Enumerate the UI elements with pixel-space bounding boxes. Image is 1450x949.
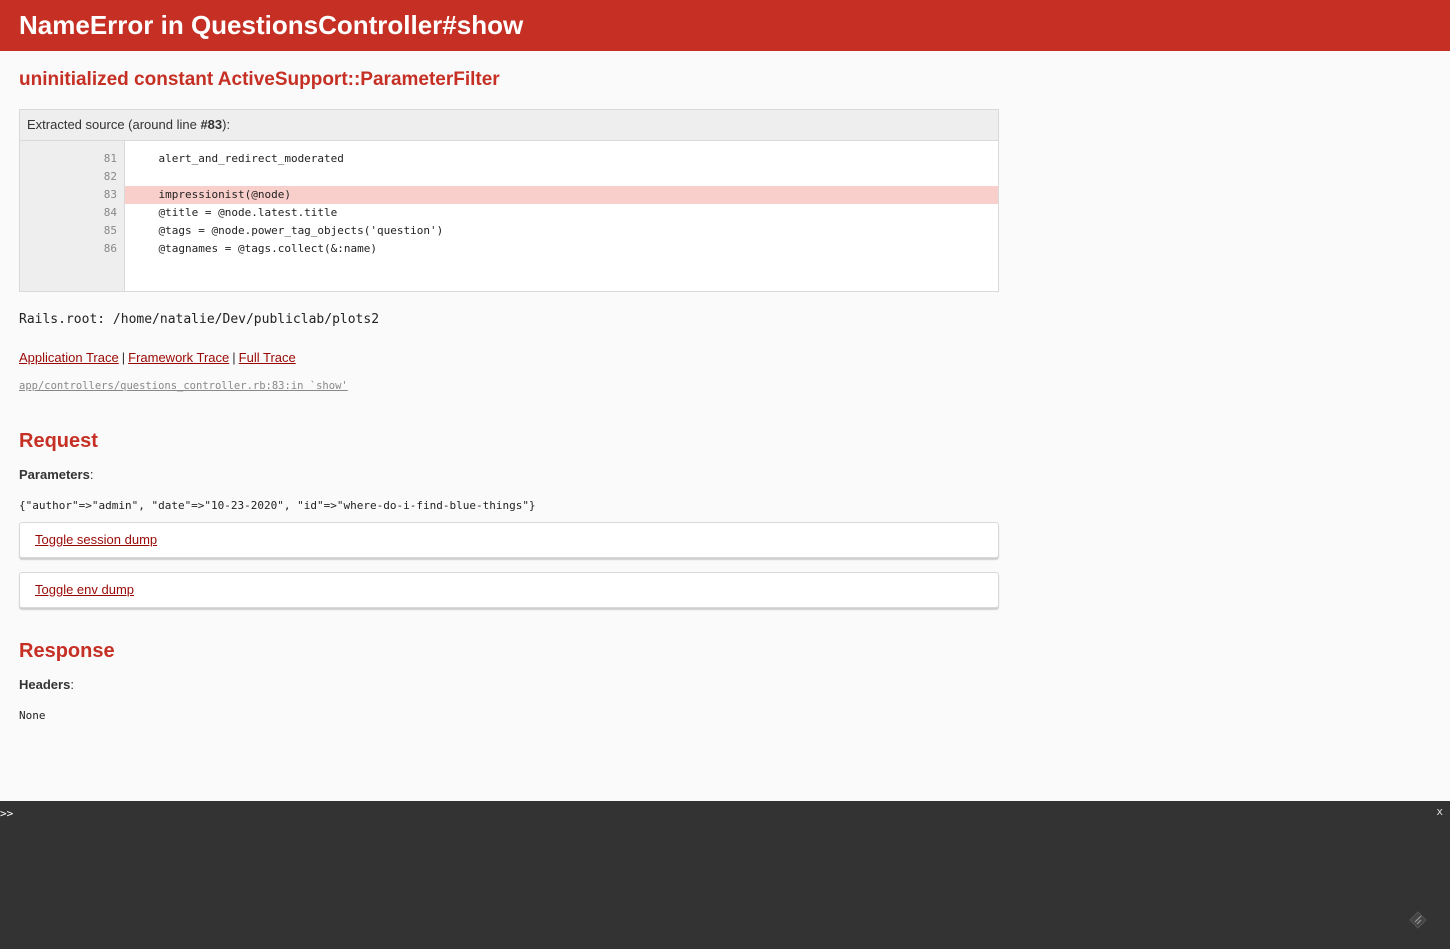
response-heading: Response xyxy=(19,640,115,662)
resize-handle-icon[interactable] xyxy=(1407,907,1429,929)
rails-root: Rails.root: /home/natalie/Dev/publiclab/… xyxy=(19,312,380,327)
console-close-button[interactable]: x xyxy=(1436,805,1443,818)
line-number: 82 xyxy=(103,170,117,183)
error-message: uninitialized constant ActiveSupport::Pa… xyxy=(19,69,500,90)
source-code-box: 81 82 83 84 85 86 alert_and_redirect_mod… xyxy=(20,141,998,291)
source-info-suffix: ): xyxy=(222,117,231,132)
trace-links: Application Trace | Framework Trace | Full T… xyxy=(19,350,1431,366)
parameters-label-row: Parameters: xyxy=(19,467,94,482)
source-info-prefix: Extracted source (around line xyxy=(27,117,201,132)
headers-label: Headers xyxy=(19,677,71,692)
toggle-session-dump-link[interactable]: Toggle session dump xyxy=(35,532,157,547)
code-line: @title = @node.latest.title xyxy=(132,206,338,219)
session-dump-panel: Toggle session dump xyxy=(19,522,999,558)
line-number: 81 xyxy=(103,152,117,165)
console-prompt[interactable]: >> xyxy=(0,807,13,820)
code-line: @tagnames = @tags.collect(&:name) xyxy=(132,242,378,255)
code-line-highlighted: impressionist(@node) xyxy=(125,186,998,204)
source-info: Extracted source (around line #83): xyxy=(20,110,998,141)
extracted-source: Extracted source (around line #83): 81 8… xyxy=(19,109,999,292)
application-trace-link[interactable]: Application Trace xyxy=(19,350,119,365)
trace-separator: | xyxy=(232,350,236,365)
line-number: 85 xyxy=(103,224,117,237)
source-info-line: #83 xyxy=(200,117,223,132)
error-header: NameError in QuestionsController#show xyxy=(0,0,1450,51)
line-numbers: 81 82 83 84 85 86 xyxy=(20,141,125,291)
request-heading: Request xyxy=(19,430,98,452)
line-number: 86 xyxy=(103,242,117,255)
toggle-env-dump-link[interactable]: Toggle env dump xyxy=(35,582,134,597)
parameters-label: Parameters xyxy=(19,467,90,482)
full-trace-link[interactable]: Full Trace xyxy=(239,350,296,365)
page-title: NameError in QuestionsController#show xyxy=(19,10,524,40)
code-line: @tags = @node.power_tag_objects('questio… xyxy=(132,224,444,237)
code-line: alert_and_redirect_moderated xyxy=(132,152,344,165)
headers-label-row: Headers: xyxy=(19,677,74,692)
framework-trace-link[interactable]: Framework Trace xyxy=(128,350,229,365)
env-dump-panel: Toggle env dump xyxy=(19,572,999,608)
line-number: 84 xyxy=(103,206,117,219)
trace-separator: | xyxy=(121,350,126,365)
trace-frames: app/controllers/questions_controller.rb:… xyxy=(19,379,1431,393)
headers-dump: None xyxy=(19,709,46,722)
web-console[interactable]: >> x xyxy=(0,801,1450,949)
parameters-dump: {"author"=>"admin", "date"=>"10-23-2020"… xyxy=(19,499,536,512)
main-content: uninitialized constant ActiveSupport::Pa… xyxy=(0,70,1450,723)
line-number: 83 xyxy=(103,188,117,201)
trace-frame-link[interactable]: app/controllers/questions_controller.rb:… xyxy=(19,380,348,392)
source-code: alert_and_redirect_moderated impressioni… xyxy=(125,141,998,291)
